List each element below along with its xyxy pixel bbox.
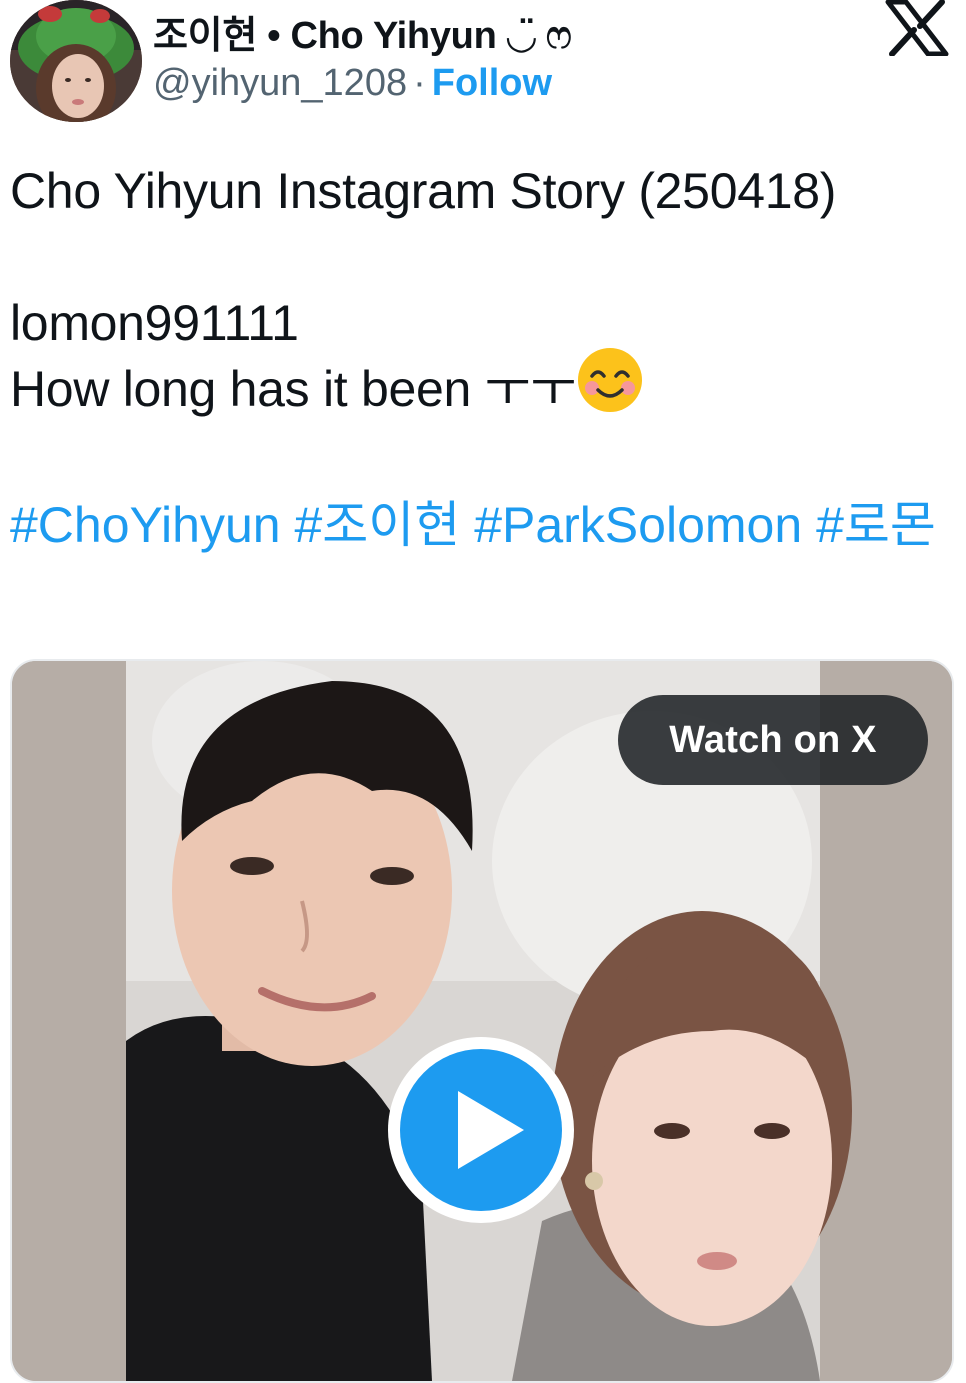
tweet-header: 조이현 • Cho Yihyun ◡̈ ෆ @yihyun_1208 · Follo… [0,0,966,130]
hashtag-list: #ChoYihyun #조이현 #ParkSolomon #로몬 [10,492,956,558]
video-media-card[interactable]: Watch on X [10,659,954,1383]
separator-dot: · [413,62,426,104]
x-logo-icon[interactable] [884,0,950,57]
smiling-face-with-blush-emoji [576,346,644,430]
watch-on-x-button[interactable]: Watch on X [618,695,928,785]
avatar[interactable] [10,0,142,122]
tweet-body: Cho Yihyun Instagram Story (250418) lomo… [10,158,956,430]
follow-button[interactable]: Follow [432,62,552,104]
tweet-mention-line: lomon991111 [10,295,299,351]
hashtag-parksolomon[interactable]: #ParkSolomon [474,497,802,553]
play-button[interactable] [388,1037,574,1223]
play-icon [458,1091,524,1169]
tweet-message-text: How long has it been ㅜㅜ [10,361,576,418]
hashtag-korean-name[interactable]: #조이현 [294,497,460,553]
tweet-title-line: Cho Yihyun Instagram Story (250418) [10,163,837,219]
tweet-message-line: How long has it been ㅜㅜ [10,348,956,430]
author-display-name[interactable]: 조이현 • Cho Yihyun ◡̈ ෆ [153,4,572,59]
play-button-circle [400,1049,562,1211]
hashtag-lomon[interactable]: #로몬 [816,497,936,553]
author-handle[interactable]: @yihyun_1208 [153,62,407,104]
author-handle-row: @yihyun_1208 · Follow [153,62,552,105]
hashtag-choyihyun[interactable]: #ChoYihyun [10,497,281,553]
